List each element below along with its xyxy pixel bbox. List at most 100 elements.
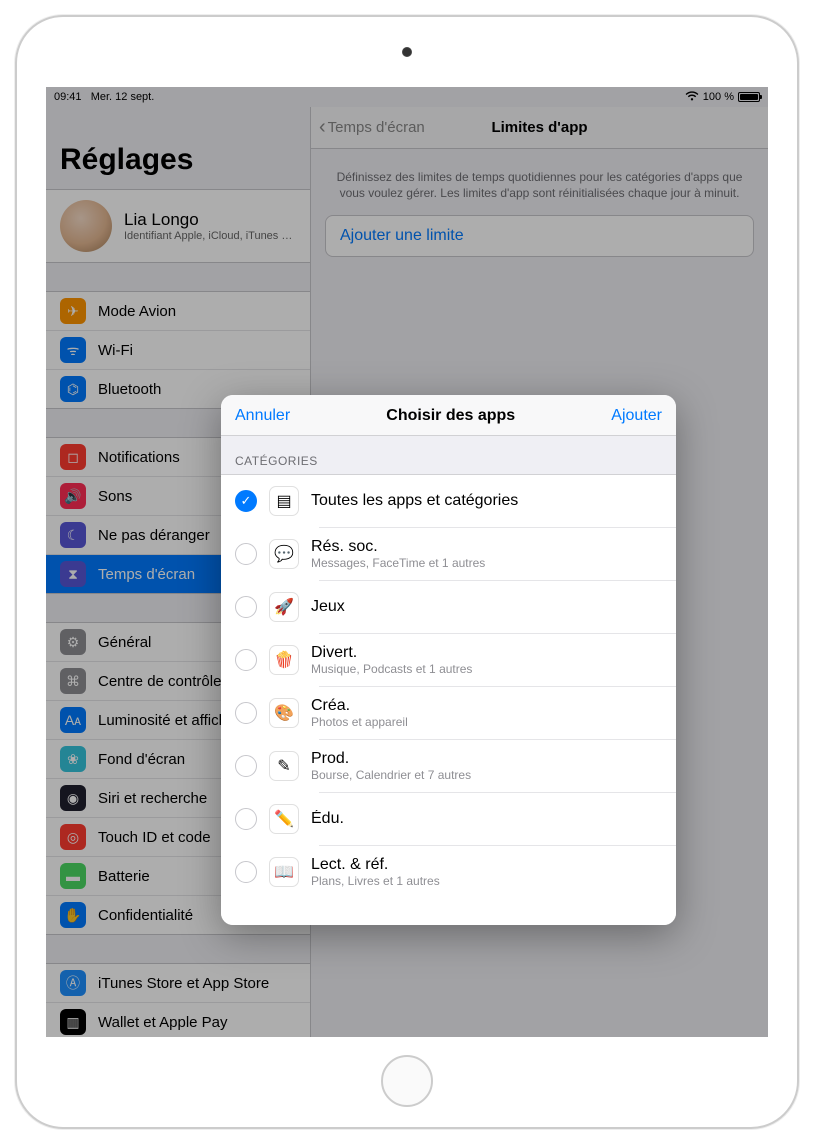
category-row[interactable]: 📖 Lect. & réf.Plans, Livres et 1 autres xyxy=(221,846,676,898)
category-title: Lect. & réf. xyxy=(311,856,662,874)
reading-icon: 📖 xyxy=(269,857,299,887)
device-frame: 09:41 Mer. 12 sept. 100 % Réglages xyxy=(15,15,799,1129)
category-title: Divert. xyxy=(311,644,662,662)
category-subtitle: Plans, Livres et 1 autres xyxy=(311,874,662,888)
entertainment-icon: 🍿 xyxy=(269,645,299,675)
display-icon: Aᴀ xyxy=(60,707,86,733)
appstore-icon: Ⓐ xyxy=(60,970,86,996)
airplane-icon: ✈ xyxy=(60,298,86,324)
social-icon: 💬 xyxy=(269,539,299,569)
category-title: Prod. xyxy=(311,750,662,768)
privacy-icon: ✋ xyxy=(60,902,86,928)
category-row[interactable]: 🚀 Jeux xyxy=(221,581,676,633)
detail-title: Limites d'app xyxy=(491,119,587,136)
chevron-left-icon: ‹ xyxy=(319,116,326,139)
status-right: 100 % xyxy=(685,91,760,104)
wallpaper-icon: ❀ xyxy=(60,746,86,772)
category-title: Créa. xyxy=(311,697,662,715)
add-limit-label: Ajouter une limite xyxy=(340,227,464,244)
category-row[interactable]: 🎨 Créa.Photos et appareil xyxy=(221,687,676,739)
general-icon: ⚙ xyxy=(60,629,86,655)
sidebar-item-label: Bluetooth xyxy=(98,381,161,398)
choose-apps-modal: Annuler Choisir des apps Ajouter CATÉGOR… xyxy=(221,395,676,925)
detail-description: Définissez des limites de temps quotidie… xyxy=(325,169,754,201)
sidebar-item-airplane[interactable]: ✈ Mode Avion xyxy=(46,292,310,331)
sidebar-item-label: Temps d'écran xyxy=(98,566,195,583)
sidebar-item-label: Touch ID et code xyxy=(98,829,211,846)
sidebar-item-label: Centre de contrôle xyxy=(98,673,221,690)
sidebar-item-label: Mode Avion xyxy=(98,303,176,320)
category-subtitle: Bourse, Calendrier et 7 autres xyxy=(311,768,662,782)
wallet-icon: ▥ xyxy=(60,1009,86,1035)
unchecked-circle-icon[interactable] xyxy=(235,596,257,618)
profile-subtitle: Identifiant Apple, iCloud, iTunes S… xyxy=(124,230,296,242)
detail-nav: ‹ Temps d'écran Limites d'app xyxy=(311,107,768,149)
back-button[interactable]: ‹ Temps d'écran xyxy=(319,107,425,148)
status-left: 09:41 Mer. 12 sept. xyxy=(54,91,154,103)
creativity-icon: 🎨 xyxy=(269,698,299,728)
checkmark-icon[interactable]: ✓ xyxy=(235,490,257,512)
sidebar-item-label: Général xyxy=(98,634,151,651)
unchecked-circle-icon[interactable] xyxy=(235,649,257,671)
touchid-icon: ◎ xyxy=(60,824,86,850)
sounds-icon: 🔊 xyxy=(60,483,86,509)
category-subtitle: Photos et appareil xyxy=(311,715,662,729)
category-row[interactable]: ✓ ▤ Toutes les apps et catégories xyxy=(221,475,676,527)
sidebar-item-label: Notifications xyxy=(98,449,180,466)
category-row[interactable]: 💬 Rés. soc.Messages, FaceTime et 1 autres xyxy=(221,528,676,580)
sidebar-item-label: Batterie xyxy=(98,868,150,885)
wifi-icon: ᯤ xyxy=(60,337,86,363)
unchecked-circle-icon[interactable] xyxy=(235,808,257,830)
wifi-icon xyxy=(685,91,699,104)
status-date: Mer. 12 sept. xyxy=(91,91,155,103)
unchecked-circle-icon[interactable] xyxy=(235,755,257,777)
cancel-button[interactable]: Annuler xyxy=(235,407,290,425)
category-subtitle: Musique, Podcasts et 1 autres xyxy=(311,662,662,676)
notifications-icon: ◻ xyxy=(60,444,86,470)
screentime-icon: ⧗ xyxy=(60,561,86,587)
screen: 09:41 Mer. 12 sept. 100 % Réglages xyxy=(46,87,768,1037)
unchecked-circle-icon[interactable] xyxy=(235,543,257,565)
battery-icon xyxy=(738,92,760,102)
category-title: Jeux xyxy=(311,598,662,616)
games-icon: 🚀 xyxy=(269,592,299,622)
sidebar-title: Réglages xyxy=(46,107,310,189)
battery-pct: 100 % xyxy=(703,91,734,103)
category-row[interactable]: 🍿 Divert.Musique, Podcasts et 1 autres xyxy=(221,634,676,686)
category-row[interactable]: ✎ Prod.Bourse, Calendrier et 7 autres xyxy=(221,740,676,792)
unchecked-circle-icon[interactable] xyxy=(235,861,257,883)
category-title: Toutes les apps et catégories xyxy=(311,492,662,510)
siri-icon: ◉ xyxy=(60,785,86,811)
sidebar-item-wifi[interactable]: ᯤWi-Fi xyxy=(46,331,310,370)
sidebar-group-connectivity: ✈ Mode Avion ᯤWi-Fi ⌬ Bluetooth xyxy=(46,291,310,409)
bezel-top xyxy=(17,17,797,87)
home-button[interactable] xyxy=(381,1055,433,1107)
modal-section-header: CATÉGORIES xyxy=(221,436,676,475)
unchecked-circle-icon[interactable] xyxy=(235,702,257,724)
category-subtitle: Messages, FaceTime et 1 autres xyxy=(311,556,662,570)
battery-icon: ▬ xyxy=(60,863,86,889)
sidebar-item-label: Confidentialité xyxy=(98,907,193,924)
category-row[interactable]: ✏️ Édu. xyxy=(221,793,676,845)
modal-title: Choisir des apps xyxy=(386,407,515,425)
status-time: 09:41 xyxy=(54,91,82,103)
back-label: Temps d'écran xyxy=(328,119,425,136)
sidebar-item-appstore[interactable]: ⒶiTunes Store et App Store xyxy=(46,964,310,1003)
add-button[interactable]: Ajouter xyxy=(611,407,662,425)
category-list[interactable]: ✓ ▤ Toutes les apps et catégories 💬 Rés. soc… xyxy=(221,475,676,925)
bluetooth-icon: ⌬ xyxy=(60,376,86,402)
productivity-icon: ✎ xyxy=(269,751,299,781)
category-title: Édu. xyxy=(311,810,662,828)
all-apps-icon: ▤ xyxy=(269,486,299,516)
camera-dot xyxy=(402,47,412,57)
profile-row[interactable]: Lia Longo Identifiant Apple, iCloud, iTu… xyxy=(46,189,310,263)
profile-name: Lia Longo xyxy=(124,210,296,230)
dnd-icon: ☾ xyxy=(60,522,86,548)
sidebar-item-wallet[interactable]: ▥Wallet et Apple Pay xyxy=(46,1003,310,1037)
sidebar-item-label: Siri et recherche xyxy=(98,790,207,807)
education-icon: ✏️ xyxy=(269,804,299,834)
status-bar: 09:41 Mer. 12 sept. 100 % xyxy=(46,87,768,107)
add-limit-button[interactable]: Ajouter une limite xyxy=(325,215,754,257)
category-title: Rés. soc. xyxy=(311,538,662,556)
sidebar-item-label: iTunes Store et App Store xyxy=(98,975,269,992)
